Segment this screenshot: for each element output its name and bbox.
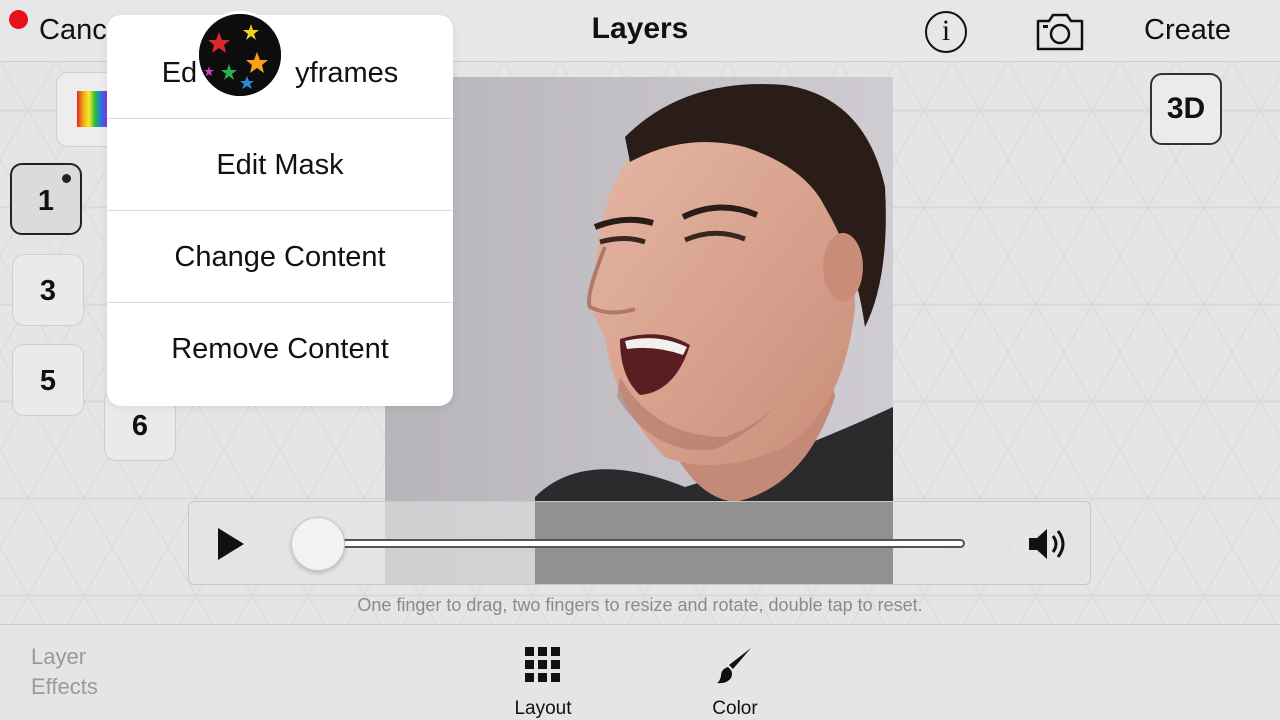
color-label: Color: [712, 698, 758, 719]
menu-item-change-content[interactable]: Change Content: [107, 211, 453, 303]
stars-avatar-icon: [196, 11, 284, 99]
menu-item-label: yframes: [295, 57, 399, 89]
3d-toggle-button[interactable]: 3D: [1150, 73, 1222, 145]
timeline-track[interactable]: [319, 539, 965, 548]
layer-number: 6: [131, 410, 149, 442]
layer-button-1[interactable]: 1: [10, 163, 82, 235]
layer-button-3[interactable]: 3: [12, 254, 84, 326]
layer-number: 1: [37, 185, 55, 217]
volume-icon[interactable]: [1027, 524, 1073, 564]
menu-item-edit-mask[interactable]: Edit Mask: [107, 119, 453, 211]
grid-icon: [525, 647, 560, 682]
layer-number: 5: [39, 365, 57, 397]
layout-tool-button[interactable]: Layout: [498, 645, 588, 720]
timeline-scrubber[interactable]: [291, 517, 345, 571]
layer-effects-label: Effects: [31, 674, 98, 699]
camera-icon[interactable]: [1034, 12, 1086, 52]
create-button[interactable]: Create: [1144, 14, 1231, 47]
menu-item-remove-content[interactable]: Remove Content: [107, 303, 453, 395]
layout-label: Layout: [514, 698, 572, 719]
selected-dot-icon: [62, 174, 71, 183]
playback-bar: [188, 501, 1091, 585]
info-button[interactable]: i: [925, 11, 967, 53]
layer-effects-button[interactable]: Layer Effects: [31, 642, 98, 702]
play-icon[interactable]: [215, 526, 247, 562]
brush-icon: [717, 648, 751, 684]
layer-button-5[interactable]: 5: [12, 344, 84, 416]
rainbow-icon: [77, 91, 107, 127]
layer-number: 3: [39, 275, 57, 307]
layer-context-menu: Ed yframes Edit Mask Change Content Remov…: [107, 15, 453, 406]
layer-effects-label: Layer: [31, 644, 87, 669]
color-tool-button[interactable]: Color: [690, 645, 780, 720]
menu-item-label: Ed: [161, 57, 198, 89]
bottom-toolbar: Layer Effects Layout Color: [0, 624, 1280, 720]
gesture-hint: One finger to drag, two fingers to resiz…: [357, 595, 923, 615]
